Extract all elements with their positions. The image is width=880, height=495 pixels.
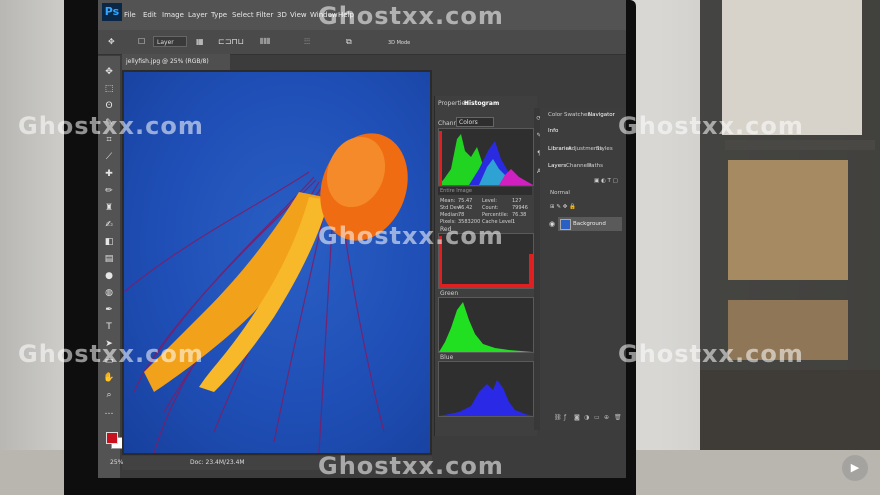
stat-label: Percentile: bbox=[482, 212, 509, 218]
histogram-blue bbox=[438, 361, 534, 417]
layer-thumbnail bbox=[560, 219, 571, 230]
layer-filter-icons[interactable]: ▣ ◐ T ▢ bbox=[594, 178, 618, 184]
new-layer-icon[interactable]: ⊕ bbox=[604, 414, 609, 421]
stat-value: 76.38 bbox=[512, 212, 527, 218]
menu-select[interactable]: Select bbox=[232, 11, 254, 19]
document-tab[interactable]: jellyfish.jpg @ 25% (RGB/8) bbox=[122, 54, 230, 70]
visibility-eye-icon[interactable]: ◉ bbox=[549, 220, 555, 228]
stat-value: 127 bbox=[512, 198, 522, 204]
type-tool-icon[interactable]: T bbox=[102, 321, 116, 334]
layer-name[interactable]: Background bbox=[573, 221, 606, 227]
distribute-icon[interactable]: ⫶⫶⫶ bbox=[304, 37, 310, 47]
watermark: Ghostxx.com bbox=[618, 112, 804, 140]
watermark: Ghostxx.com bbox=[618, 340, 804, 368]
menu-view[interactable]: View bbox=[290, 11, 307, 19]
dodge-tool-icon[interactable]: ◍ bbox=[102, 287, 116, 300]
hand-tool-icon[interactable]: ✋ bbox=[102, 372, 116, 385]
menu-edit[interactable]: Edit bbox=[143, 11, 157, 19]
menu-file[interactable]: File bbox=[124, 11, 136, 19]
tab-color[interactable]: Color bbox=[548, 112, 562, 118]
stat-value: 78 bbox=[458, 212, 465, 218]
stat-label: Mean: bbox=[440, 198, 456, 204]
adjustment-layer-icon[interactable]: ◑ bbox=[584, 414, 589, 421]
zoom-level[interactable]: 25% bbox=[110, 459, 123, 466]
clone-stamp-tool-icon[interactable]: ♜ bbox=[102, 202, 116, 215]
move-tool-icon[interactable]: ✥ bbox=[102, 66, 116, 79]
menu-type[interactable]: Type bbox=[211, 11, 227, 19]
blur-tool-icon[interactable]: ● bbox=[102, 270, 116, 283]
photoshop-logo: Ps bbox=[102, 3, 122, 21]
histogram-green-graph bbox=[439, 302, 533, 352]
mode-3d-label: 3D Mode bbox=[388, 40, 411, 46]
tab-swatches[interactable]: Swatches bbox=[564, 112, 590, 118]
watermark: Ghostxx.com bbox=[318, 452, 504, 480]
layer-select[interactable]: Layer bbox=[153, 36, 187, 47]
stat-label: Count: bbox=[482, 205, 499, 211]
fx-icon[interactable]: ƒ bbox=[564, 414, 566, 421]
shelf-panel bbox=[728, 160, 848, 280]
tab-navigator[interactable]: Navigator bbox=[588, 112, 615, 118]
mask-icon[interactable]: ◙ bbox=[574, 414, 580, 421]
stat-value: 75.47 bbox=[458, 198, 473, 204]
menu-image[interactable]: Image bbox=[162, 11, 184, 19]
pen-tool-icon[interactable]: ✒ bbox=[102, 304, 116, 317]
brush-tool-icon[interactable]: ✏ bbox=[102, 185, 116, 198]
gradient-tool-icon[interactable]: ▤ bbox=[102, 253, 116, 266]
move-tool-icon[interactable]: ✥ bbox=[108, 37, 115, 46]
menu-layer[interactable]: Layer bbox=[188, 11, 208, 19]
document-info: Doc: 23.4M/23.4M bbox=[190, 459, 245, 466]
lock-icons[interactable]: ⊞ ✎ ✥ 🔒 bbox=[550, 204, 576, 210]
transform-controls-icon[interactable]: ▦ bbox=[196, 37, 204, 46]
watermark: Ghostxx.com bbox=[318, 222, 504, 250]
zoom-tool-icon[interactable]: ⌕ bbox=[102, 389, 116, 402]
stat-label: Level: bbox=[482, 198, 497, 204]
shelf-bar bbox=[725, 140, 875, 150]
group-icon[interactable]: ▭ bbox=[594, 414, 600, 421]
stat-value: 79946 bbox=[512, 205, 528, 211]
eyedropper-tool-icon[interactable]: ⟋ bbox=[102, 151, 116, 164]
stat-value: 46.42 bbox=[458, 205, 473, 211]
histogram-colors-graph bbox=[439, 131, 533, 185]
blend-mode-select[interactable]: Normal bbox=[550, 190, 570, 196]
tab-histogram[interactable]: Histogram bbox=[464, 100, 499, 107]
blue-channel-label: Blue bbox=[440, 354, 454, 361]
watermark: Ghostxx.com bbox=[318, 2, 504, 30]
foreground-color-swatch[interactable] bbox=[106, 432, 118, 444]
marquee-tool-icon[interactable]: ⬚ bbox=[102, 83, 116, 96]
watermark: Ghostxx.com bbox=[18, 340, 204, 368]
play-icon[interactable]: ▶ bbox=[842, 455, 868, 481]
auto-select-checkbox[interactable]: ☐ bbox=[138, 37, 145, 46]
history-brush-tool-icon[interactable]: ✍ bbox=[102, 219, 116, 232]
green-channel-label: Green bbox=[440, 290, 459, 297]
stat-value: 1 bbox=[512, 219, 516, 225]
eraser-tool-icon[interactable]: ◧ bbox=[102, 236, 116, 249]
histogram-blue-graph bbox=[439, 380, 533, 416]
menu-filter[interactable]: Filter bbox=[256, 11, 273, 19]
watermark: Ghostxx.com bbox=[18, 112, 204, 140]
tab-paths[interactable]: Paths bbox=[588, 163, 603, 169]
menu-3d[interactable]: 3D bbox=[277, 11, 287, 19]
trash-icon[interactable]: 🗑 bbox=[614, 414, 622, 421]
auto-align-icon[interactable]: ⧉ bbox=[346, 37, 352, 47]
healing-brush-tool-icon[interactable]: ✚ bbox=[102, 168, 116, 181]
tab-layers[interactable]: Layers bbox=[548, 163, 566, 169]
tab-styles[interactable]: Styles bbox=[596, 146, 613, 152]
tab-info[interactable]: Info bbox=[548, 128, 558, 134]
align-icon[interactable]: ⊏⊐⊓⊔ bbox=[218, 37, 244, 46]
distribute-icon[interactable]: ⫴⫴⫴ bbox=[260, 37, 270, 47]
link-layers-icon[interactable]: ⛓ bbox=[554, 414, 562, 421]
right-panel-column bbox=[540, 108, 626, 430]
channel-select[interactable]: Colors bbox=[456, 117, 494, 127]
more-tools-icon[interactable]: … bbox=[102, 406, 116, 419]
histogram-green bbox=[438, 297, 534, 353]
histogram-colors bbox=[438, 128, 534, 186]
stat-label: Median: bbox=[440, 212, 460, 218]
source-select[interactable]: Entire Image bbox=[438, 187, 532, 195]
